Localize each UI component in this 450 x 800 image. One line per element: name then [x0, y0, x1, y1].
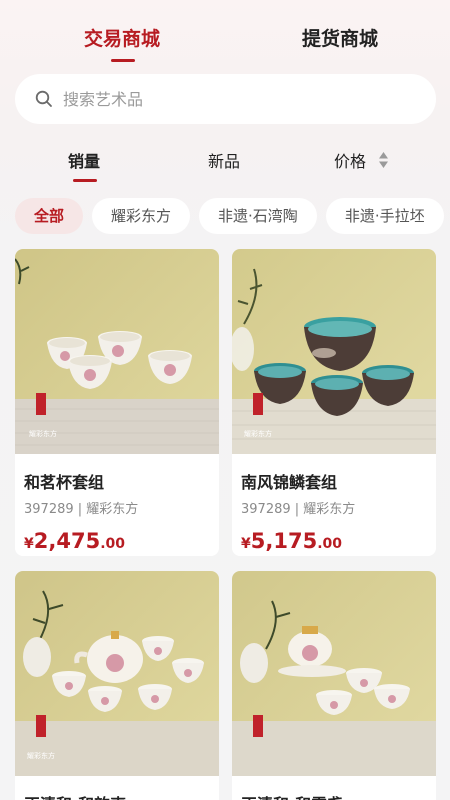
- price-decimal: .00: [317, 536, 342, 552]
- watermark-text: 耀彩东方: [244, 429, 272, 438]
- sort-active-indicator: [73, 179, 97, 182]
- product-price: ¥2,475.00: [24, 529, 219, 553]
- tab-active-indicator: [111, 59, 135, 62]
- sort-tab-sales-label: 销量: [68, 152, 101, 171]
- price-integer: 2,475: [33, 529, 101, 553]
- product-card[interactable]: 耀彩东方 和茗杯套组 397289 | 耀彩东方 ¥2,475.00: [15, 249, 219, 556]
- watermark-text: 耀彩东方: [27, 751, 55, 760]
- chip-hand-thrown[interactable]: 非遗·手拉坯: [325, 198, 444, 234]
- price-currency: ¥: [241, 536, 251, 552]
- product-price: ¥5,175.00: [241, 529, 436, 553]
- search-bar[interactable]: [15, 74, 436, 124]
- chip-yaocai-dongfang[interactable]: 耀彩东方: [92, 198, 191, 234]
- product-card[interactable]: 正清和·和露盏: [232, 571, 436, 800]
- tab-pickup-mall[interactable]: 提货商城: [302, 24, 378, 51]
- chip-shiwan-pottery[interactable]: 非遗·石湾陶: [199, 198, 317, 234]
- category-chips: 全部 耀彩东方 非遗·石湾陶 非遗·手拉坯: [15, 198, 450, 234]
- product-image: [232, 571, 436, 776]
- product-card[interactable]: 耀彩东方 南风锦鳞套组 397289 | 耀彩东方 ¥5,175.00: [232, 249, 436, 556]
- product-card[interactable]: 耀彩东方 正清和·和韵壶: [15, 571, 219, 800]
- sort-tab-new-label: 新品: [208, 152, 241, 171]
- product-meta: 397289 | 耀彩东方: [24, 502, 139, 517]
- product-name: 正清和·和露盏: [241, 791, 436, 800]
- top-tabs: 交易商城 提货商城: [0, 24, 450, 64]
- price-integer: 5,175: [250, 529, 318, 553]
- sort-tab-price-label: 价格: [334, 152, 367, 171]
- search-icon: [35, 90, 53, 108]
- watermark-text: 耀彩东方: [29, 429, 57, 438]
- product-name: 和茗杯套组: [24, 473, 105, 492]
- price-currency: ¥: [24, 536, 34, 552]
- sort-tab-sales[interactable]: 销量: [68, 148, 100, 172]
- tab-trade-mall[interactable]: 交易商城: [84, 24, 160, 51]
- product-image: 耀彩东方: [15, 249, 219, 454]
- sort-tabs: 销量 新品 价格: [0, 148, 450, 188]
- chip-all[interactable]: 全部: [15, 198, 84, 234]
- product-image: 耀彩东方: [232, 249, 436, 454]
- product-name: 南风锦鳞套组: [241, 473, 338, 492]
- sort-tab-new[interactable]: 新品: [208, 148, 240, 172]
- sort-tab-price[interactable]: 价格: [334, 148, 389, 172]
- product-image: 耀彩东方: [15, 571, 219, 776]
- product-name: 正清和·和韵壶: [24, 791, 219, 800]
- product-meta: 397289 | 耀彩东方: [241, 502, 356, 517]
- price-decimal: .00: [100, 536, 125, 552]
- search-input[interactable]: [63, 89, 403, 109]
- sort-arrows-icon: [378, 151, 389, 169]
